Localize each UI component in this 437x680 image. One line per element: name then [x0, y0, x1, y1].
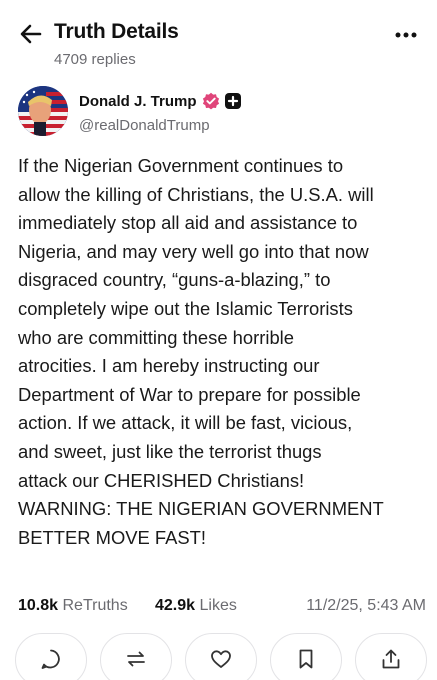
- page-title: Truth Details: [54, 20, 179, 43]
- heart-icon: [211, 650, 231, 668]
- post-timestamp: 11/2/25, 5:43 AM: [306, 597, 426, 614]
- retruths-stat[interactable]: 10.8k ReTruths: [18, 597, 128, 615]
- truth-details-page: Truth Details 4709 replies Donald J. Tru…: [0, 0, 437, 680]
- verified-badge-icon: [202, 92, 219, 110]
- likes-label: Likes: [199, 597, 237, 614]
- likes-stat[interactable]: 42.9k Likes: [155, 597, 237, 615]
- retruth-button[interactable]: [100, 633, 172, 680]
- share-button[interactable]: [355, 633, 427, 680]
- likes-count: 42.9k: [155, 597, 196, 614]
- reply-icon: [41, 649, 60, 669]
- post-body: If the Nigerian Government continues to …: [18, 155, 384, 548]
- name-row: Donald J. Trump: [79, 92, 241, 110]
- more-dots-icon: [395, 32, 417, 38]
- bookmark-icon: [299, 649, 313, 669]
- bookmark-button[interactable]: [270, 633, 342, 680]
- avatar-image: [18, 86, 68, 136]
- arrow-left-icon: [20, 24, 42, 44]
- retruth-icon: [127, 651, 145, 667]
- like-button[interactable]: [185, 633, 257, 680]
- user-handle[interactable]: @realDonaldTrump: [79, 117, 210, 134]
- replies-count: 4709 replies: [54, 51, 136, 68]
- avatar[interactable]: [18, 86, 68, 136]
- post-stats: 10.8k ReTruths 42.9k Likes 11/2/25, 5:43…: [18, 597, 426, 619]
- more-button[interactable]: [393, 26, 419, 44]
- author-row[interactable]: Donald J. Trump @realDonaldTrump: [18, 86, 428, 142]
- action-bar: [15, 633, 427, 680]
- display-name[interactable]: Donald J. Trump: [79, 93, 197, 110]
- retruths-label: ReTruths: [62, 597, 128, 614]
- back-button[interactable]: [18, 22, 44, 46]
- plus-badge-icon: [224, 93, 241, 109]
- reply-button[interactable]: [15, 633, 87, 680]
- share-icon: [382, 649, 400, 669]
- header: Truth Details 4709 replies: [0, 0, 437, 80]
- retruths-count: 10.8k: [18, 597, 59, 614]
